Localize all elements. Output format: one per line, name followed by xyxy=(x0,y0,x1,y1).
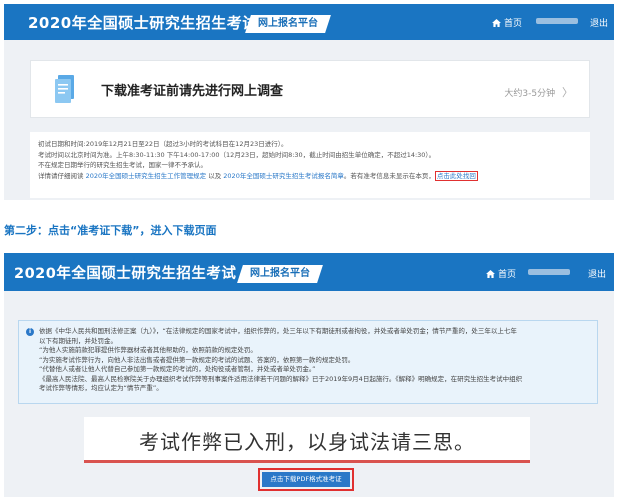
download-page-screenshot: 2020年全国硕士研究生招生考试 网上报名平台 首页 退出 i 依据《中华人民共… xyxy=(4,253,614,497)
warning-line: 以下有期徒刑，并处罚金。 xyxy=(39,336,117,345)
username-blurred xyxy=(536,18,578,24)
site-header: 2020年全国硕士研究生招生考试 网上报名平台 首页 退出 xyxy=(4,253,614,291)
download-pdf-button[interactable]: 点击下载PDF格式准考证 xyxy=(262,472,350,487)
download-button-highlight: 点击下载PDF格式准考证 xyxy=(258,468,354,491)
survey-time-hint: 大约3-5分钟 〉 xyxy=(504,86,573,99)
exam-notes: 初试日期和时间:2019年12月21日至22日（超过3小时的考试科目在12月23… xyxy=(30,132,590,198)
legal-warning-box: i 依据《中华人民共和国刑法修正案（九）》，“在法律规定的国家考试中，组织作弊的… xyxy=(18,320,598,404)
platform-tag[interactable]: 网上报名平台 xyxy=(245,15,331,33)
warning-line: 依据《中华人民共和国刑法修正案（九）》，“在法律规定的国家考试中，组织作弊的，处… xyxy=(39,327,517,335)
logout-link[interactable]: 退出 xyxy=(590,16,608,29)
survey-card[interactable]: 下载准考证前请先进行网上调查 大约3-5分钟 〉 xyxy=(30,60,590,118)
warning-line: “为实施考试作弊行为，向他人非法出售或者提供第一款规定的考试的试题、答案的，依照… xyxy=(39,355,355,364)
survey-title: 下载准考证前请先进行网上调查 xyxy=(101,84,284,99)
info-icon: i xyxy=(26,328,34,336)
banner-underline xyxy=(84,460,530,463)
brochure-link[interactable]: 2020年全国硕士研究生招生考试报名简章 xyxy=(223,172,344,180)
regulation-link[interactable]: 2020年全国硕士研究生招生工作管理规定 xyxy=(86,172,207,180)
warning-line: “为他人实施前款犯罪提供作弊器材或者其他帮助的，依照前款的规定处罚。 xyxy=(39,346,257,354)
warning-line: 考试作弊等情形，均应认定为“情节严重”。 xyxy=(39,384,163,392)
home-icon xyxy=(492,19,501,27)
warning-line: 《最高人民法院、最高人民检察院关于办理组织考试作弊等刑事案件适用法律若干问题的解… xyxy=(39,374,523,383)
survey-page-screenshot: 2020年全国硕士研究生招生考试 网上报名平台 首页 退出 下载准考证前请先进行… xyxy=(4,4,614,200)
home-link[interactable]: 首页 xyxy=(492,16,522,29)
notes-line: 不在规定日期举行的研究生招生考试，国家一律不予承认。 xyxy=(38,161,207,169)
site-title: 2020年全国硕士研究生招生考试 xyxy=(14,266,237,282)
home-icon xyxy=(486,270,495,278)
home-link[interactable]: 首页 xyxy=(486,267,516,280)
document-icon xyxy=(55,75,74,103)
username-blurred xyxy=(528,269,570,275)
anti-cheating-banner: 考试作弊已入刑，以身试法请三思。 xyxy=(84,417,530,463)
warning-line: “代替他人或者让他人代替自己参加第一款规定的考试的，处拘役或者管制，并处或者单处… xyxy=(39,365,316,373)
step-two-instruction: 第二步：点击“准考证下载”，进入下载页面 xyxy=(4,224,217,237)
anti-cheating-slogan: 考试作弊已入刑，以身试法请三思。 xyxy=(139,430,475,454)
logout-link[interactable]: 退出 xyxy=(588,267,606,280)
retrieve-link[interactable]: 点击此处找回 xyxy=(434,170,478,181)
site-title: 2020年全国硕士研究生招生考试 xyxy=(28,14,258,32)
notes-line: 考试时间以北京时间为准。上午8:30-11:30 下午14:00-17:00（1… xyxy=(38,150,436,159)
platform-tag[interactable]: 网上报名平台 xyxy=(237,265,323,283)
notes-line: 初试日期和时间:2019年12月21日至22日（超过3小时的考试科目在12月23… xyxy=(38,140,288,148)
notes-line: 详情请仔细阅读 2020年全国硕士研究生招生工作管理规定 以及 2020年全国硕… xyxy=(38,170,478,181)
site-header: 2020年全国硕士研究生招生考试 网上报名平台 首页 退出 xyxy=(4,4,614,40)
chevron-right-icon: 〉 xyxy=(562,86,573,99)
